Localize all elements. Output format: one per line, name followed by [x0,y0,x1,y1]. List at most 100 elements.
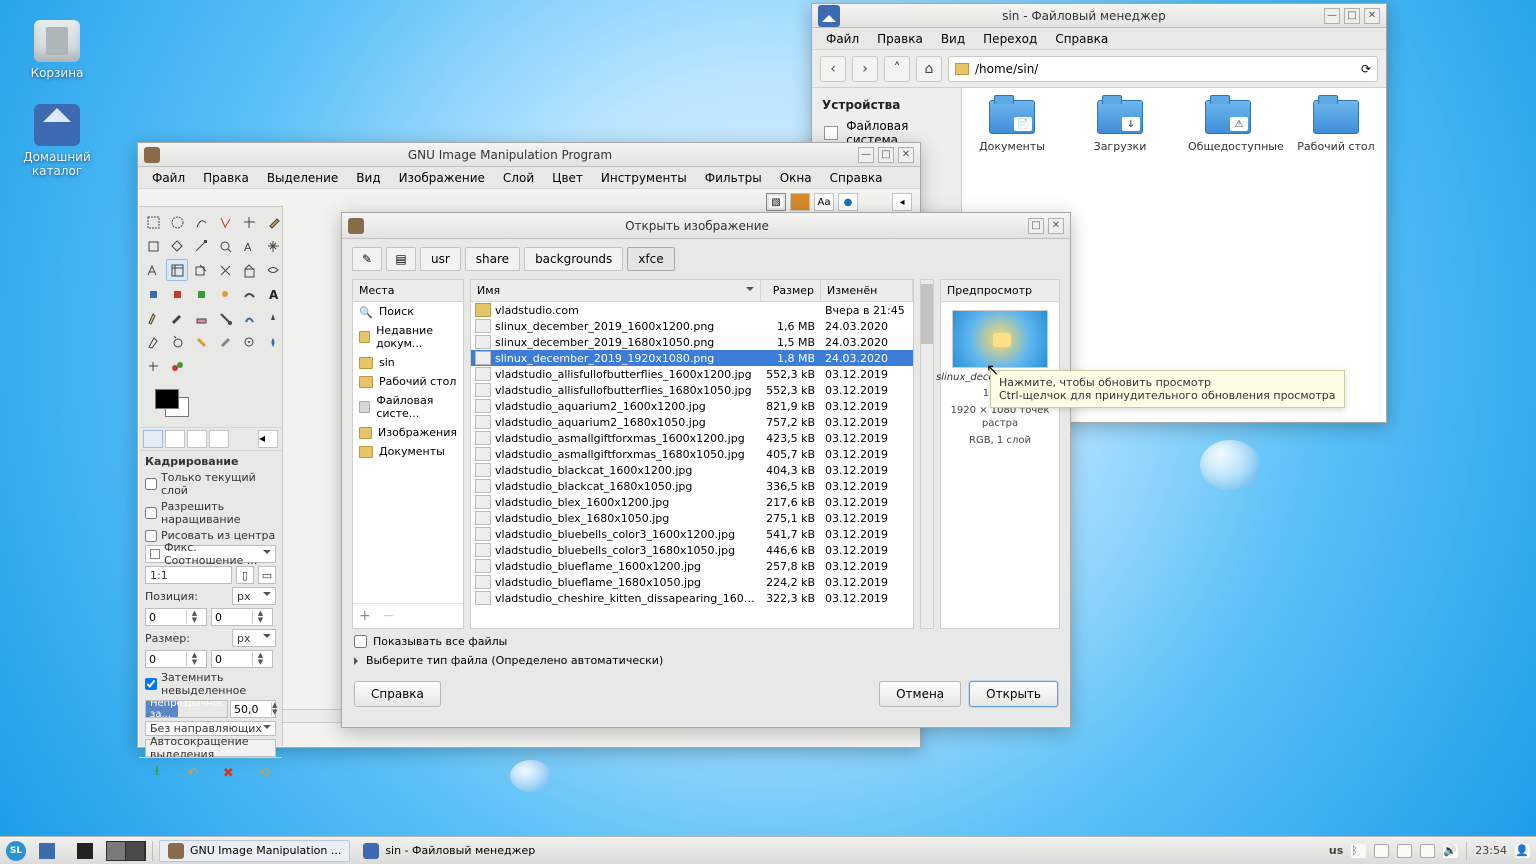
desktop-icon-trash[interactable]: Корзина [12,20,102,80]
bluetooth-icon[interactable]: ᛒ [1351,844,1366,858]
tool-button[interactable] [214,259,236,281]
reload-icon[interactable]: ⟳ [1361,62,1371,76]
menu-item[interactable]: Инструменты [593,168,695,188]
tool-button[interactable] [190,307,212,329]
opt-only-current-layer[interactable]: Только текущий слой [145,471,276,497]
places-item[interactable]: 🔍Поиск [353,302,463,321]
file-row[interactable]: vladstudio_blex_1680x1050.jpg275,1 kB03.… [471,510,913,526]
tool-button[interactable] [166,259,188,281]
tab-font[interactable]: Aa [814,193,834,211]
battery-icon[interactable] [1420,844,1435,858]
close-button[interactable]: ✕ [1364,8,1380,24]
scrollbar-thumb[interactable] [921,284,933,344]
unit-select[interactable]: px [232,587,276,605]
tool-button[interactable] [142,235,164,257]
menu-item[interactable]: Вид [348,168,388,188]
filetype-expander[interactable]: Выберите тип файла (Определено автоматич… [354,654,1058,667]
unit-select[interactable]: px [232,629,276,647]
minimize-button[interactable]: — [858,147,874,163]
tool-button[interactable]: A [238,235,260,257]
minimize-button[interactable]: — [1324,8,1340,24]
forward-button[interactable]: › [852,56,878,82]
size-w-input[interactable]: ▲▼ [145,650,207,668]
opt-allow-grow[interactable]: Разрешить наращивание [145,500,276,526]
file-rows[interactable]: vladstudio.comВчера в 21:45slinux_decemb… [471,302,913,628]
tool-button[interactable] [238,259,260,281]
tab-menu-button[interactable]: ◂ [258,430,278,448]
tab-brush[interactable]: ▧ [766,193,786,211]
keyboard-layout[interactable]: us [1329,844,1343,857]
places-item[interactable]: Недавние докум... [353,321,463,353]
taskbar-item-filemanager[interactable]: sin - Файловый менеджер [354,840,544,862]
tool-button[interactable] [262,307,284,329]
file-row[interactable]: vladstudio_asmallgiftforxmas_1680x1050.j… [471,446,913,462]
crumb-usr[interactable]: usr [420,247,461,271]
tool-button[interactable] [262,211,284,233]
menu-item[interactable]: Окна [772,168,820,188]
tool-button[interactable] [262,259,284,281]
places-item[interactable]: sin [353,353,463,372]
file-row[interactable]: vladstudio_allisfullofbutterflies_1600x1… [471,366,913,382]
file-row[interactable]: vladstudio_blueflame_1680x1050.jpg224,2 … [471,574,913,590]
folder-item[interactable]: ↓Загрузки [1080,100,1160,153]
save-preset-button[interactable]: ⭳ [147,764,167,782]
menu-view[interactable]: Вид [933,29,973,49]
tool-button[interactable] [238,283,260,305]
titlebar[interactable]: GNU Image Manipulation Program — □ ✕ [138,143,920,167]
tool-button[interactable] [190,331,212,353]
crumb-xfce[interactable]: xfce [627,247,674,271]
portrait-button[interactable]: ▯ [236,566,254,584]
places-item[interactable]: Документы [353,442,463,461]
autoshrink-button[interactable]: Автосокращение выделения [145,739,276,757]
show-desktop-button[interactable] [30,840,64,862]
maximize-button[interactable]: □ [878,147,894,163]
reset-button[interactable]: ⟲ [254,764,274,782]
tool-button[interactable] [238,307,260,329]
col-date[interactable]: Изменён [821,280,913,301]
tab-tool-options[interactable] [143,430,163,448]
tab-menu[interactable]: ◂ [892,193,912,211]
scrollbar[interactable] [920,279,934,629]
color-swatches[interactable] [145,387,276,427]
network-icon[interactable] [1397,844,1412,858]
address-bar[interactable]: ⟳ [948,56,1378,82]
opacity-value[interactable]: ▲▼ [230,700,276,718]
folder-item[interactable]: 📄Документы [972,100,1052,153]
workspace-pager[interactable] [106,841,146,861]
tool-button[interactable] [190,259,212,281]
taskbar-item-gimp[interactable]: GNU Image Manipulation ... [159,840,350,862]
file-row[interactable]: vladstudio_blueflame_1600x1200.jpg257,8 … [471,558,913,574]
tool-button[interactable]: A [262,283,284,305]
user-menu-icon[interactable]: 👤 [1515,844,1530,858]
file-row[interactable]: vladstudio_blex_1600x1200.jpg217,6 kB03.… [471,494,913,510]
desktop-icon-home[interactable]: Домашний каталог [12,104,102,178]
titlebar[interactable]: sin - Файловый менеджер — □ ✕ [812,4,1386,28]
pos-y-input[interactable]: ▲▼ [211,608,273,626]
aspect-value-input[interactable]: 1:1 [145,566,232,584]
tool-button[interactable] [166,211,188,233]
menu-item[interactable]: Справка [822,168,891,188]
file-row[interactable]: slinux_december_2019_1600x1200.png1,6 MB… [471,318,913,334]
places-item[interactable]: Изображения [353,423,463,442]
menu-go[interactable]: Переход [975,29,1045,49]
opt-dim-unselected[interactable]: Затемнить невыделенное [145,671,276,697]
maximize-button[interactable]: □ [1028,218,1044,234]
back-button[interactable]: ‹ [820,56,846,82]
address-input[interactable] [975,62,1355,76]
updates-icon[interactable] [1374,844,1389,858]
crumb-backgrounds[interactable]: backgrounds [524,247,623,271]
tab-device-status[interactable] [165,430,185,448]
tool-button[interactable] [142,259,164,281]
landscape-button[interactable]: ▭ [258,566,276,584]
tool-button[interactable] [166,283,188,305]
menu-item[interactable]: Правка [195,168,257,188]
tool-button[interactable] [142,211,164,233]
tool-button[interactable] [214,235,236,257]
file-row[interactable]: slinux_december_2019_1680x1050.png1,5 MB… [471,334,913,350]
home-button[interactable]: ⌂ [916,56,942,82]
remove-bookmark-button[interactable]: − [383,608,395,624]
tool-button[interactable] [214,211,236,233]
help-button[interactable]: Справка [354,681,441,707]
tool-button[interactable] [166,307,188,329]
maximize-button[interactable]: □ [1344,8,1360,24]
